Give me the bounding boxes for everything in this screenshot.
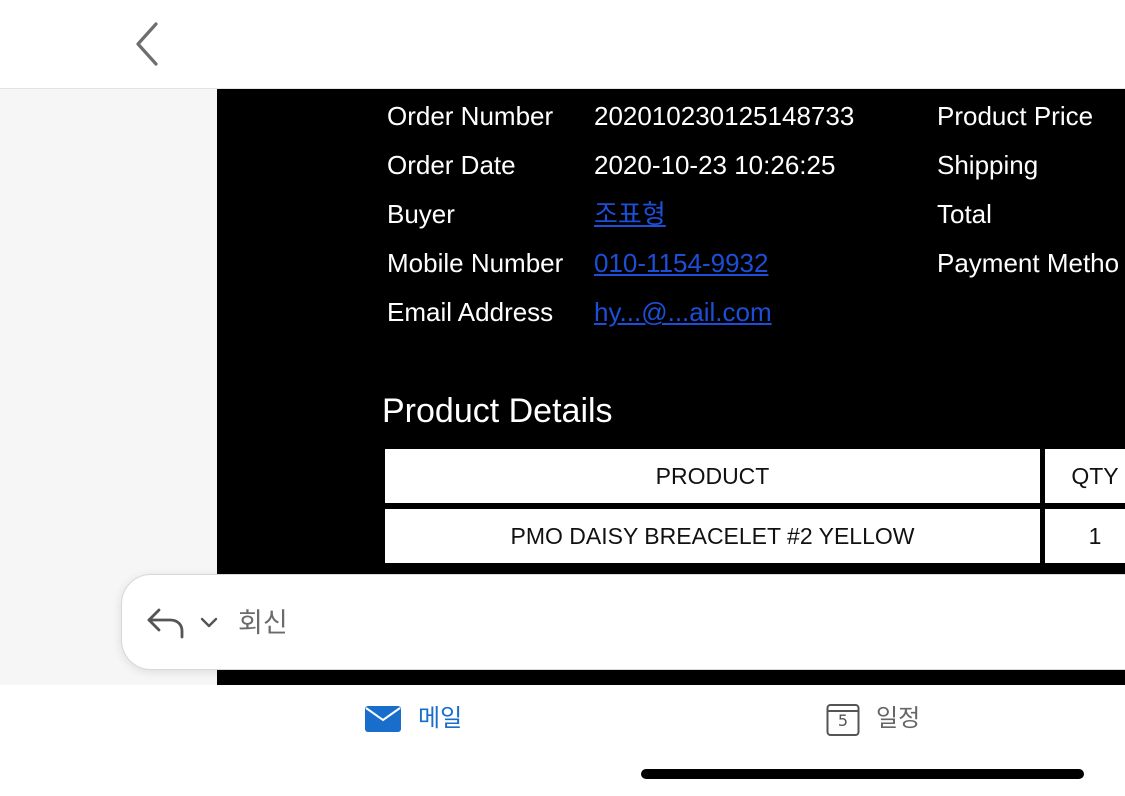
product-details-heading: Product Details [382,392,613,430]
tab-calendar[interactable]: 5 일정 [826,697,920,741]
reply-button[interactable] [144,603,188,643]
product-price-label: Product Price [937,101,1094,131]
email-address-link[interactable]: hy...@...ail.com [594,288,772,337]
order-number-label: Order Number [387,101,554,131]
bottom-tab-bar: 메일 5 일정 [0,685,1125,796]
email-address-label: Email Address [387,297,554,327]
order-date-value: 2020-10-23 10:26:25 [594,150,836,180]
buyer-row: Buyer 조표형 Total [387,190,1125,239]
shipping-label: Shipping [937,150,1039,180]
email-address-row: Email Address hy...@...ail.com [387,288,1125,337]
buyer-value[interactable]: 조표형 [594,190,666,239]
chevron-down-icon [200,617,218,628]
calendar-icon: 5 [826,701,860,737]
order-number-row: Order Number 202010230125148733 Product … [387,92,1125,141]
order-date-label: Order Date [387,150,516,180]
chevron-left-icon [136,22,158,66]
buyer-label: Buyer [387,199,455,229]
reply-options-toggle[interactable] [198,611,220,635]
product-column-header: PRODUCT [385,449,1040,503]
mobile-number-row: Mobile Number 010-1154-9932 Payment Meth… [387,239,1125,288]
order-number-value: 202010230125148733 [594,101,855,131]
mobile-number-link[interactable]: 010-1154-9932 [594,239,768,288]
mobile-number-label: Mobile Number [387,248,564,278]
reply-label: 회신 [238,608,288,638]
product-name-cell: PMO DAISY BREACELET #2 YELLOW [385,509,1040,563]
top-navigation-bar [0,0,1125,89]
reply-arrow-icon [147,608,184,639]
home-indicator [641,769,1084,779]
product-qty-cell: 1 [1045,509,1125,563]
order-date-row: Order Date 2020-10-23 10:26:25 Shipping [387,141,1125,190]
tab-mail-label: 메일 [418,705,463,732]
total-label: Total [937,199,992,229]
payment-method-label: Payment Metho [937,248,1120,278]
reply-bar[interactable]: 회신 [121,574,1125,670]
calendar-day-number: 5 [837,711,849,730]
mail-icon [365,706,401,732]
mail-reader-screen: Order Number 202010230125148733 Product … [0,0,1125,796]
tab-mail[interactable]: 메일 [364,697,462,741]
qty-column-header: QTY [1045,449,1125,503]
tab-calendar-label: 일정 [876,705,921,732]
back-button[interactable] [120,14,174,74]
